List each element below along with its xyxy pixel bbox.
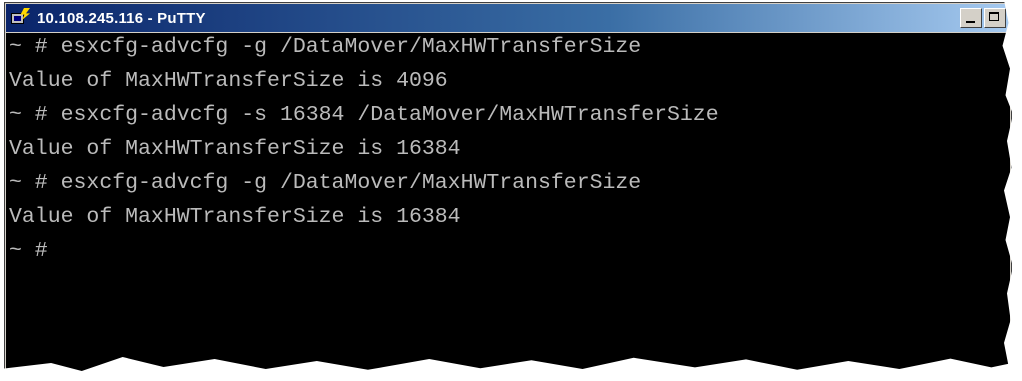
minimize-button[interactable]: [960, 8, 982, 28]
putty-window: 10.108.245.116 - PuTTY ~ # esxcfg-advcfg…: [4, 2, 1012, 378]
terminal-line-command: ~ # esxcfg-advcfg -s 16384 /DataMover/Ma…: [9, 103, 719, 127]
screenshot-stage: 10.108.245.116 - PuTTY ~ # esxcfg-advcfg…: [0, 0, 1022, 381]
title-bar[interactable]: 10.108.245.116 - PuTTY: [6, 4, 1010, 32]
maximize-button[interactable]: [984, 8, 1006, 28]
terminal-line-command: ~ # esxcfg-advcfg -g /DataMover/MaxHWTra…: [9, 171, 642, 195]
monitor-icon: [11, 13, 24, 24]
window-title: 10.108.245.116 - PuTTY: [37, 9, 206, 27]
terminal-line-output: Value of MaxHWTransferSize is 4096: [9, 69, 448, 93]
terminal-prompt[interactable]: ~ #: [6, 234, 1010, 268]
putty-icon[interactable]: [11, 8, 31, 28]
terminal-line-output: Value of MaxHWTransferSize is 16384: [9, 205, 461, 229]
window-controls: [960, 8, 1006, 28]
terminal-output[interactable]: ~ # esxcfg-advcfg -g /DataMover/MaxHWTra…: [6, 33, 1010, 376]
terminal-line-command: ~ # esxcfg-advcfg -g /DataMover/MaxHWTra…: [9, 35, 642, 59]
terminal-line-output: Value of MaxHWTransferSize is 16384: [9, 137, 461, 161]
